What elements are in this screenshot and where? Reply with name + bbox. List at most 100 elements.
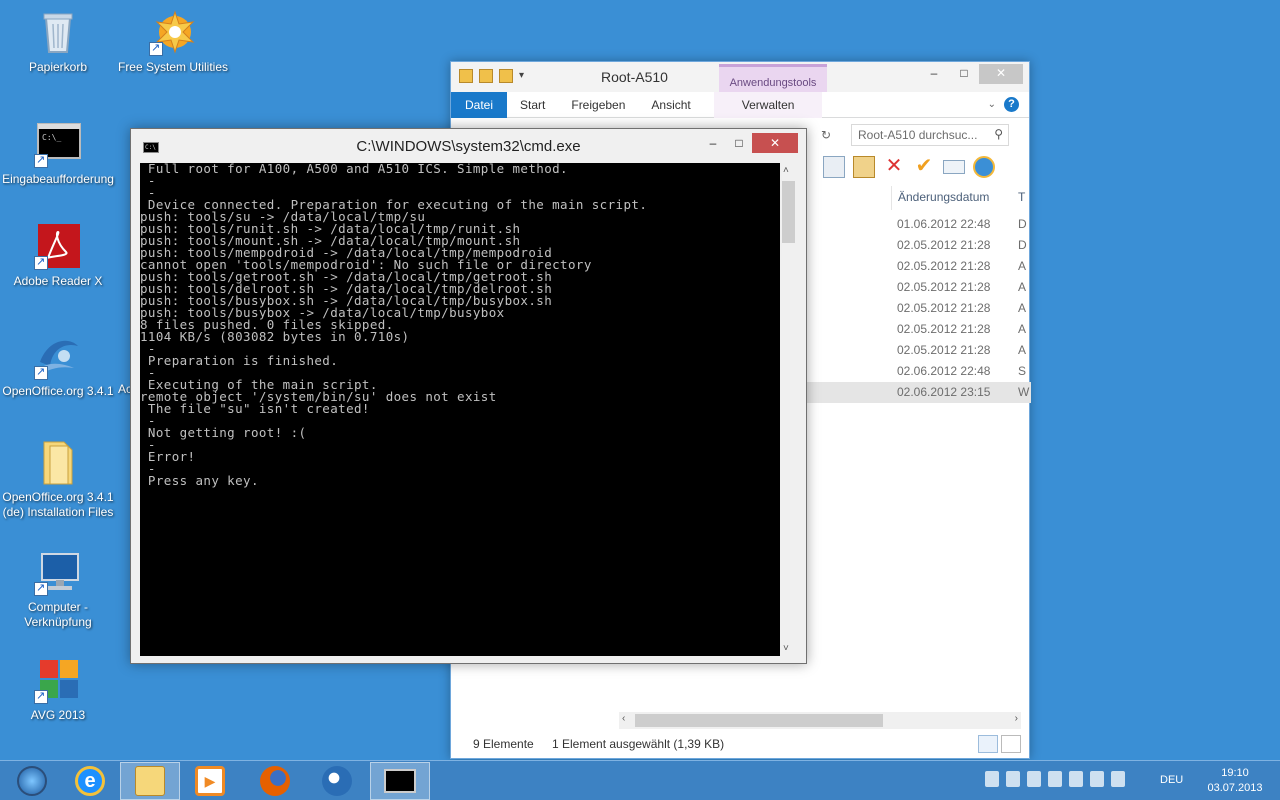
firefox-icon xyxy=(260,766,290,796)
row-date: 01.06.2012 22:48 xyxy=(897,217,991,231)
row-date: 02.06.2012 23:15 xyxy=(897,385,991,399)
tab-datei[interactable]: Datei xyxy=(451,91,508,118)
search-input[interactable]: Root-A510 durchsuc... ⚲ xyxy=(851,124,1009,146)
details-view-icon[interactable] xyxy=(978,735,998,753)
taskbar-media-player[interactable]: ▶ xyxy=(180,762,240,800)
paste-icon[interactable] xyxy=(853,156,875,178)
properties-icon[interactable] xyxy=(479,69,493,83)
table-row[interactable]: 01.06.2012 22:48 D xyxy=(891,214,1031,235)
maximize-button[interactable]: □ xyxy=(726,133,752,153)
recycle-bin-icon xyxy=(34,8,82,56)
folder-icon xyxy=(34,438,82,486)
clock[interactable]: 19:10 03.07.2013 xyxy=(1200,766,1270,796)
scroll-right-icon[interactable]: › xyxy=(1015,713,1018,724)
input-language[interactable]: DEU xyxy=(1160,774,1183,786)
desktop-icon-computer[interactable]: Computer - Verknüpfung xyxy=(0,548,116,630)
window-controls: – □ ✕ xyxy=(700,133,798,153)
taskbar: e ▶ DEU 19:10 03.07.2013 xyxy=(0,760,1280,800)
scrollbar-thumb[interactable] xyxy=(782,181,795,243)
media-player-icon: ▶ xyxy=(195,766,225,796)
large-icons-view-icon[interactable] xyxy=(1001,735,1021,753)
folder-icon[interactable] xyxy=(459,69,473,83)
scroll-up-icon[interactable]: ˄ xyxy=(783,165,789,176)
table-row[interactable]: 02.05.2012 21:28 A xyxy=(891,340,1031,361)
battery-icon[interactable] xyxy=(1069,771,1083,787)
console-text: Full root for A100, A500 and A510 ICS. S… xyxy=(140,163,648,488)
desktop-icon-avg[interactable]: AVG 2013 xyxy=(0,656,116,723)
start-button[interactable] xyxy=(2,762,62,800)
clock-date: 03.07.2013 xyxy=(1207,782,1263,794)
vertical-scrollbar[interactable]: ˄ ˅ xyxy=(780,163,797,656)
close-button[interactable]: ✕ xyxy=(752,133,798,153)
minimize-button[interactable]: – xyxy=(919,64,949,84)
explorer-titlebar[interactable]: ▾ Root-A510 Anwendungstools – □ ✕ xyxy=(451,62,1029,92)
delete-icon[interactable]: ✕ xyxy=(883,156,905,178)
desktop-icon-openoffice-installation-files[interactable]: OpenOffice.org 3.4.1 (de) Installation F… xyxy=(0,438,116,520)
desktop-icon-command-prompt[interactable]: C:\_ Eingabeaufforderung xyxy=(0,120,116,187)
taskbar-thunderbird[interactable] xyxy=(307,762,367,800)
column-header-date[interactable]: Änderungsdatum T xyxy=(891,186,1031,210)
desktop-icon-label: Adobe Reader X xyxy=(13,274,103,288)
quick-access-toolbar: ▾ xyxy=(459,69,533,83)
search-placeholder: Root-A510 durchsuc... xyxy=(858,128,978,142)
properties-globe-icon[interactable] xyxy=(973,156,995,178)
desktop-icon-openoffice[interactable]: OpenOffice.org 3.4.1 xyxy=(0,332,116,399)
console-output-area[interactable]: Full root for A100, A500 and A510 ICS. S… xyxy=(140,163,781,656)
taskbar-command-prompt[interactable] xyxy=(370,762,430,800)
column-header-type[interactable]: T xyxy=(1018,186,1025,208)
close-button[interactable]: ✕ xyxy=(979,64,1023,84)
rename-icon[interactable] xyxy=(943,160,965,174)
row-type: D xyxy=(1018,238,1027,252)
flag-icon[interactable] xyxy=(1048,771,1062,787)
table-row[interactable]: 02.06.2012 23:15 W xyxy=(891,382,1031,403)
table-row[interactable]: 02.05.2012 21:28 A xyxy=(891,298,1031,319)
tab-start[interactable]: Start xyxy=(507,92,558,118)
new-folder-icon[interactable] xyxy=(499,69,513,83)
table-row[interactable]: 02.05.2012 21:28 D xyxy=(891,235,1031,256)
tab-ansicht[interactable]: Ansicht xyxy=(638,92,703,118)
window-controls: – □ ✕ xyxy=(919,64,1023,84)
desktop-icon-free-system-utilities[interactable]: Free System Utilities xyxy=(115,8,231,75)
row-date: 02.05.2012 21:28 xyxy=(897,301,991,315)
table-row[interactable]: 02.06.2012 22:48 S xyxy=(891,361,1031,382)
chevron-down-icon[interactable]: ▾ xyxy=(519,69,533,83)
help-icon[interactable]: ? xyxy=(1004,97,1019,112)
tab-verwalten[interactable]: Verwalten xyxy=(713,91,823,118)
context-tab-group-label: Anwendungstools xyxy=(719,64,827,92)
clipboard-toolbar: ✕ ✔ xyxy=(823,156,995,178)
row-date: 02.05.2012 21:28 xyxy=(897,343,991,357)
computer-icon xyxy=(34,548,82,596)
row-date: 02.06.2012 22:48 xyxy=(897,364,991,378)
avg-tray-icon[interactable] xyxy=(1006,771,1020,787)
tab-freigeben[interactable]: Freigeben xyxy=(558,92,638,118)
device-icon[interactable] xyxy=(1027,771,1041,787)
scroll-down-icon[interactable]: ˅ xyxy=(783,643,789,654)
row-type: A xyxy=(1018,322,1027,336)
thunderbird-icon xyxy=(322,766,352,796)
horizontal-scrollbar[interactable]: ‹ › xyxy=(619,712,1021,729)
table-row[interactable]: 02.05.2012 21:28 A xyxy=(891,319,1031,340)
taskbar-firefox[interactable] xyxy=(245,762,305,800)
desktop-icon-adobe-reader[interactable]: Adobe Reader X xyxy=(0,222,116,289)
scroll-left-icon[interactable]: ‹ xyxy=(622,713,625,724)
table-row[interactable]: 02.05.2012 21:28 A xyxy=(891,277,1031,298)
maximize-button[interactable]: □ xyxy=(949,64,979,84)
cmd-titlebar[interactable]: C:\ C:\WINDOWS\system32\cmd.exe – □ ✕ xyxy=(131,129,806,163)
refresh-icon[interactable]: ↻ xyxy=(821,128,831,142)
checkmark-icon[interactable]: ✔ xyxy=(913,156,935,178)
copy-icon[interactable] xyxy=(823,156,845,178)
scrollbar-thumb[interactable] xyxy=(635,714,883,727)
minimize-button[interactable]: – xyxy=(700,133,726,153)
expand-ribbon-icon[interactable]: ⌄ xyxy=(988,99,996,110)
network-icon[interactable] xyxy=(1090,771,1104,787)
desktop-icon-recycle-bin[interactable]: Papierkorb xyxy=(0,8,116,75)
shortcut-arrow-icon xyxy=(149,41,163,56)
update-icon[interactable] xyxy=(985,771,999,787)
taskbar-file-explorer[interactable] xyxy=(120,762,180,800)
volume-icon[interactable] xyxy=(1111,771,1125,787)
row-date: 02.05.2012 21:28 xyxy=(897,322,991,336)
command-prompt-window[interactable]: C:\ C:\WINDOWS\system32\cmd.exe – □ ✕ Fu… xyxy=(130,128,807,664)
ribbon-controls: ⌄ ? xyxy=(988,97,1019,112)
table-row[interactable]: 02.05.2012 21:28 A xyxy=(891,256,1031,277)
taskbar-internet-explorer[interactable]: e xyxy=(60,762,120,800)
